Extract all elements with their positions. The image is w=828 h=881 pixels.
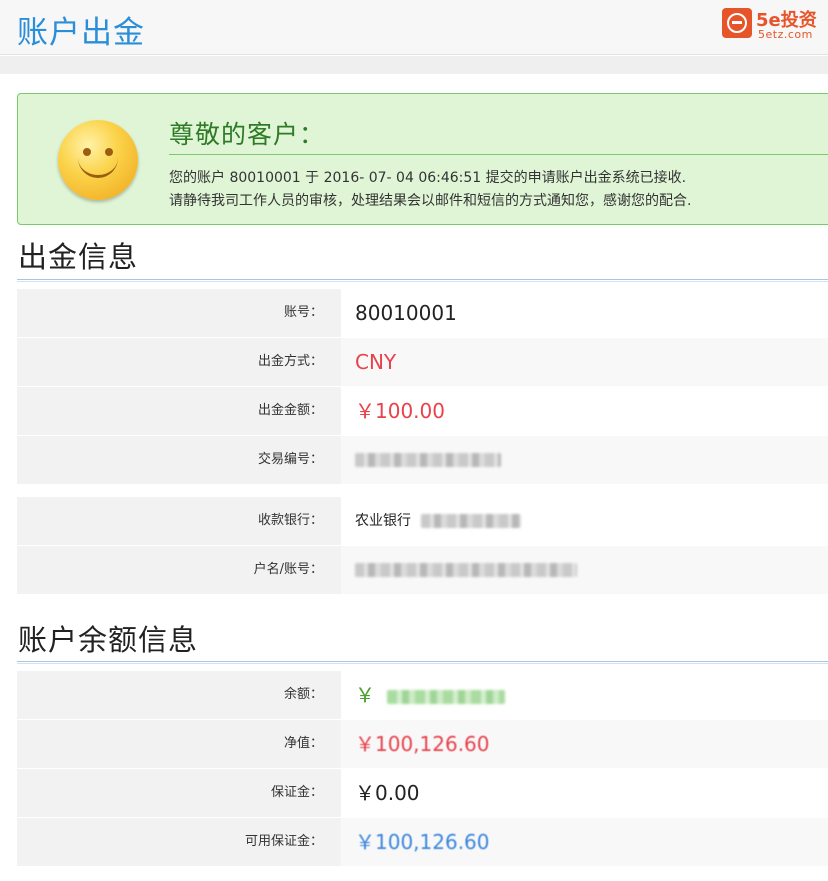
account-value: 80010001 [355, 301, 457, 325]
page-title: 账户出金 [17, 15, 145, 51]
logo-domain: 5etz.com [758, 28, 813, 41]
smiley-face-icon [58, 120, 138, 200]
section-divider [17, 661, 828, 664]
withdraw-method-row: 出金方式： CNY [17, 338, 828, 386]
balance-row: 余额： ￥ [17, 671, 828, 719]
net-value-value: ￥100,126.60 [341, 720, 828, 768]
withdraw-method-label: 出金方式： [17, 338, 341, 386]
page-header: 账户出金 5e投资 5etz.com [0, 0, 828, 55]
margin-row: 保证金： ￥0.00 [17, 769, 828, 817]
receiving-bank-row: 收款银行： 农业银行 [17, 497, 828, 545]
balance-value: ￥ [341, 671, 828, 719]
success-notice: 尊敬的客户： 您的账户 80010001 于 2016- 07- 04 06:4… [17, 93, 828, 225]
notice-message-1: 您的账户 80010001 于 2016- 07- 04 06:46:51 提交… [169, 170, 687, 186]
notice-title: 尊敬的客户： [169, 120, 326, 149]
redacted-balance [387, 689, 506, 704]
header-divider [0, 56, 828, 74]
notice-divider [169, 154, 828, 155]
available-margin-label: 可用保证金： [17, 818, 341, 866]
redacted-bank-detail [421, 514, 522, 528]
transaction-id-value [341, 436, 828, 484]
bank-name: 农业银行 [355, 513, 411, 529]
balance-section-title: 账户余额信息 [18, 623, 199, 657]
balance-label: 余额： [17, 671, 341, 719]
available-margin-row: 可用保证金： ￥100,126.60 [17, 818, 828, 866]
net-value-label: 净值： [17, 720, 341, 768]
balance-currency: ￥ [355, 683, 375, 707]
transaction-id-label: 交易编号： [17, 436, 341, 484]
account-holder-value [341, 546, 828, 594]
net-value-row: 净值： ￥100,126.60 [17, 720, 828, 768]
redacted-transaction-id [355, 453, 501, 467]
withdraw-section-title: 出金信息 [18, 240, 139, 274]
section-divider [17, 279, 828, 282]
account-label: 账号： [17, 289, 341, 337]
withdraw-method-value: CNY [341, 338, 828, 386]
receiving-bank-value: 农业银行 [341, 497, 828, 545]
available-margin-value: ￥100,126.60 [341, 818, 828, 866]
brand-logo[interactable]: 5e投资 5etz.com [722, 6, 826, 42]
transaction-id-row: 交易编号： [17, 436, 828, 484]
account-holder-row: 户名/账号： [17, 546, 828, 594]
margin-label: 保证金： [17, 769, 341, 817]
account-holder-label: 户名/账号： [17, 546, 341, 594]
redacted-account-holder [355, 563, 577, 577]
logo-icon [722, 8, 752, 38]
receiving-bank-label: 收款银行： [17, 497, 341, 545]
account-row: 账号： 80010001 [17, 289, 828, 337]
margin-value: ￥0.00 [355, 781, 420, 805]
withdraw-amount-value: ￥100.00 [355, 399, 445, 423]
withdraw-amount-label: 出金金额： [17, 387, 341, 435]
notice-message-2: 请静待我司工作人员的审核，处理结果会以邮件和短信的方式通知您，感谢您的配合. [169, 193, 692, 209]
withdraw-amount-row: 出金金额： ￥100.00 [17, 387, 828, 435]
